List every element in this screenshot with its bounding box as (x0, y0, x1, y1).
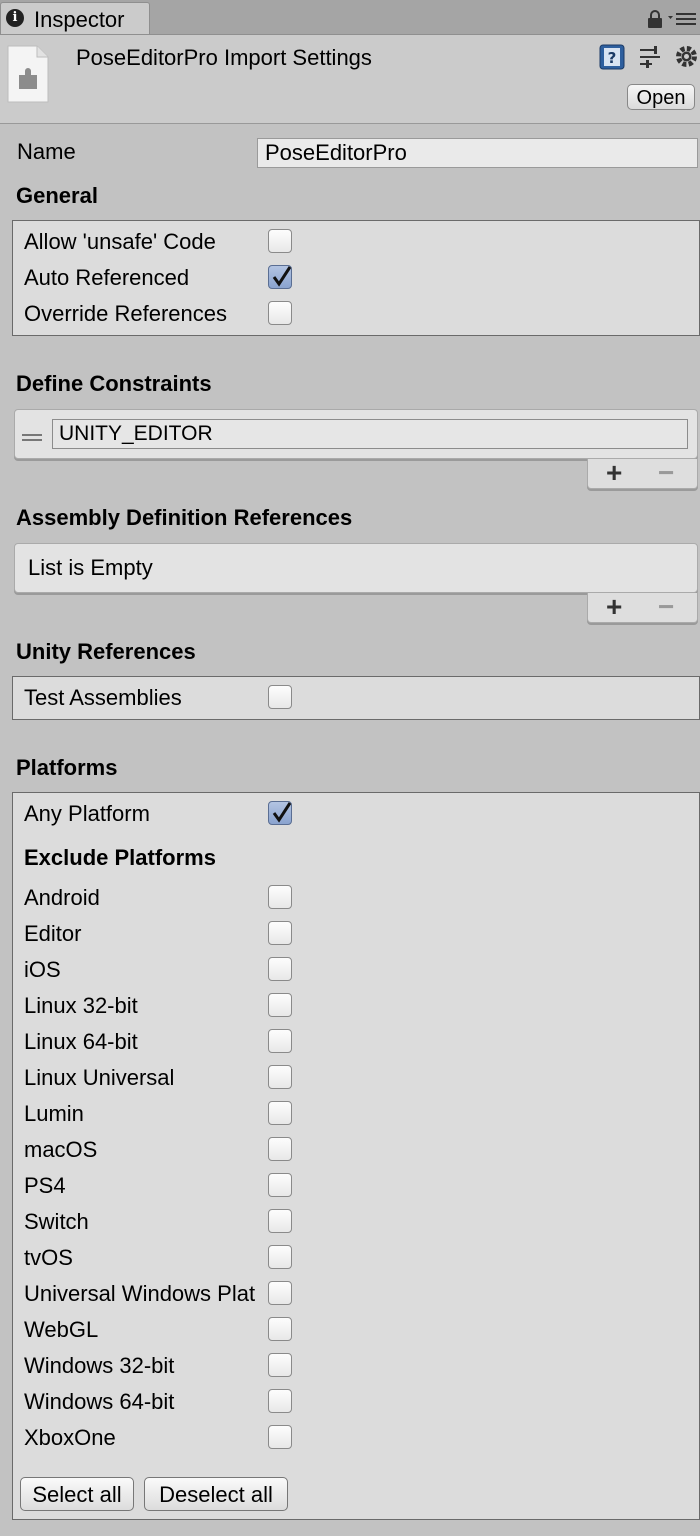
platform-checkbox-win32[interactable] (268, 1353, 292, 1377)
select-all-button[interactable]: Select all (20, 1477, 134, 1511)
add-reference-button[interactable]: + (606, 591, 622, 623)
test-assemblies-checkbox[interactable] (268, 685, 292, 709)
allow-unsafe-checkbox[interactable] (268, 229, 292, 253)
override-references-label: Override References (24, 301, 227, 326)
platform-label-macos: macOS (24, 1137, 98, 1162)
define-constraints-footer: + − (587, 457, 698, 489)
platform-label-lumin: Lumin (24, 1101, 84, 1126)
checkmark-icon (272, 266, 292, 287)
remove-reference-button[interactable]: − (658, 591, 674, 623)
tab-label: Inspector (34, 7, 125, 32)
platform-label-linux64: Linux 64-bit (24, 1029, 138, 1054)
add-constraint-button[interactable]: + (606, 457, 622, 489)
platform-checkbox-xboxone[interactable] (268, 1425, 292, 1449)
platform-checkbox-linux64[interactable] (268, 1029, 292, 1053)
define-constraints-heading: Define Constraints (16, 371, 212, 396)
platform-checkbox-switch[interactable] (268, 1209, 292, 1233)
inspector-header: PoseEditorPro Import Settings ? Open (0, 35, 700, 124)
platform-checkbox-ps4[interactable] (268, 1173, 292, 1197)
general-heading: General (16, 183, 98, 208)
platform-label-linux-universal: Linux Universal (24, 1065, 175, 1090)
override-references-checkbox[interactable] (268, 301, 292, 325)
any-platform-label: Any Platform (24, 801, 150, 826)
test-assemblies-label: Test Assemblies (24, 685, 182, 710)
platform-checkbox-editor[interactable] (268, 921, 292, 945)
exclude-platforms-heading: Exclude Platforms (24, 845, 216, 870)
allow-unsafe-label: Allow 'unsafe' Code (24, 229, 216, 254)
name-label: Name (17, 139, 76, 164)
platform-checkbox-macos[interactable] (268, 1137, 292, 1161)
presets-icon[interactable] (638, 45, 662, 69)
list-empty-text: List is Empty (28, 555, 153, 580)
help-icon[interactable]: ? (599, 44, 625, 70)
platform-label-switch: Switch (24, 1209, 89, 1234)
lock-icon[interactable] (647, 10, 663, 28)
platform-checkbox-uwp[interactable] (268, 1281, 292, 1305)
platform-label-tvos: tvOS (24, 1245, 73, 1270)
asmdef-file-icon (7, 45, 49, 103)
checkmark-icon (272, 802, 292, 823)
platform-checkbox-lumin[interactable] (268, 1101, 292, 1125)
svg-text:?: ? (608, 49, 617, 67)
assembly-refs-heading: Assembly Definition References (16, 505, 353, 530)
open-button[interactable]: Open (627, 84, 695, 110)
auto-referenced-label: Auto Referenced (24, 265, 190, 290)
define-constraint-field[interactable]: UNITY_EDITOR (52, 419, 688, 449)
platform-label-webgl: WebGL (24, 1317, 99, 1342)
tab-inspector[interactable]: i Inspector (0, 2, 150, 34)
platform-label-ps4: PS4 (24, 1173, 66, 1198)
header-title: PoseEditorPro Import Settings (76, 45, 372, 70)
platform-label-xboxone: XboxOne (24, 1425, 116, 1450)
platform-checkbox-win64[interactable] (268, 1389, 292, 1413)
tab-bar: i Inspector (0, 0, 700, 35)
platform-label-linux32: Linux 32-bit (24, 993, 138, 1018)
assembly-refs-footer: + − (587, 591, 698, 623)
drag-handle-icon[interactable] (22, 433, 42, 443)
platform-checkbox-webgl[interactable] (268, 1317, 292, 1341)
platform-checkbox-android[interactable] (268, 885, 292, 909)
info-icon: i (6, 9, 24, 27)
tab-menu-icon[interactable] (668, 10, 698, 26)
platform-label-win32: Windows 32-bit (24, 1353, 175, 1378)
platform-checkbox-tvos[interactable] (268, 1245, 292, 1269)
any-platform-checkbox[interactable] (268, 801, 292, 825)
platform-checkbox-linux-universal[interactable] (268, 1065, 292, 1089)
name-field[interactable]: PoseEditorPro (257, 138, 698, 168)
gear-icon[interactable] (673, 43, 700, 70)
platforms-heading: Platforms (16, 755, 118, 780)
platform-label-android: Android (24, 885, 100, 910)
auto-referenced-checkbox[interactable] (268, 265, 292, 289)
platform-label-win64: Windows 64-bit (24, 1389, 175, 1414)
unity-refs-heading: Unity References (16, 639, 196, 664)
platform-label-uwp: Universal Windows Plat (24, 1281, 256, 1306)
platform-checkbox-ios[interactable] (268, 957, 292, 981)
platform-label-ios: iOS (24, 957, 61, 982)
platform-label-editor: Editor (24, 921, 82, 946)
deselect-all-button[interactable]: Deselect all (144, 1477, 288, 1511)
remove-constraint-button[interactable]: − (658, 457, 674, 489)
platform-checkbox-linux32[interactable] (268, 993, 292, 1017)
